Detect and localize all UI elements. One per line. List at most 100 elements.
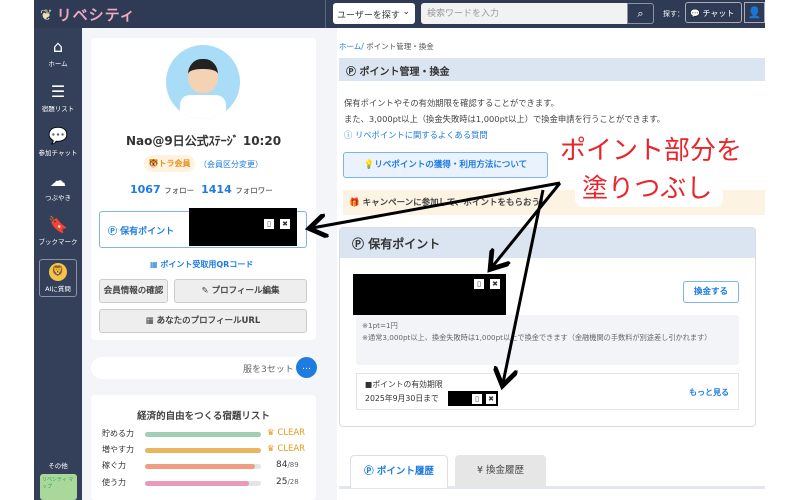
checklist-icon: ☰	[50, 82, 66, 101]
progress-fill	[145, 432, 261, 437]
homework-label: 貯める力	[102, 429, 134, 438]
homework-title: 経済的自由をつくる宿題リスト	[137, 411, 270, 422]
sidebar-other-label: その他	[48, 462, 68, 470]
chat-button[interactable]: 💬 チャット	[685, 2, 742, 23]
button-label: リベポイントの獲得・利用方法について	[374, 160, 528, 170]
title-text: ポイント管理・換金	[359, 67, 450, 78]
edit-profile-button[interactable]: ✎ プロフィール編集	[174, 279, 307, 303]
speech-bubble-icon[interactable]: …	[296, 357, 317, 378]
crown-icon: ♛	[267, 444, 275, 454]
clear-text: CLEAR	[277, 444, 306, 454]
homework-label: 使う力	[102, 478, 126, 487]
close-icon: ✖	[490, 279, 500, 289]
note: ※通常3,000pt以上、換金失敗時は1,000pt以上で換金できます（金融機関…	[362, 333, 712, 342]
howto-button[interactable]: 💡リベポイントの獲得・利用方法について	[343, 152, 548, 178]
gift-icon: 🎁	[349, 198, 360, 208]
sidebar-item-ai[interactable]: 🦁 AIに質問	[39, 259, 77, 297]
qr-icon: ▦	[145, 316, 154, 326]
sidebar-item-tweet[interactable]: ☁ つぶやき	[34, 172, 82, 203]
avatar[interactable]	[166, 45, 240, 119]
homework-count: 25/28	[276, 477, 299, 487]
annotation-line1: ポイント部分を	[560, 136, 743, 166]
homework-progress-bar	[145, 464, 261, 469]
count-value: 25	[276, 477, 288, 487]
sidebar-label: AIに質問	[45, 285, 71, 293]
count-value: 84	[276, 460, 288, 470]
page-title: Ⓟ ポイント管理・換金	[339, 58, 765, 81]
breadcrumb-current: ポイント管理・換金	[366, 42, 434, 51]
search-icon: ⌕	[637, 7, 644, 20]
doc-icon: ▯	[472, 394, 482, 404]
pencil-icon: ✎	[201, 286, 209, 296]
doc-icon: ▯	[474, 279, 484, 289]
chat-icon: 💬	[48, 126, 68, 145]
chat-label: チャット	[702, 9, 735, 18]
tab-label: ポイント履歴	[376, 466, 434, 477]
question-icon: ⓘ	[344, 130, 353, 140]
progress-fill	[145, 481, 249, 486]
member-change-link[interactable]: （会員区分変更）	[199, 159, 263, 170]
annotation-line2: 塗りつぶし	[582, 174, 713, 204]
map-banner[interactable]: リベシティ マップ	[40, 474, 77, 500]
notes-box: ※1pt=1円 ※通常3,000pt以上、換金失敗時は1,000pt以上で換金で…	[356, 315, 739, 365]
sidebar-label: ホーム	[48, 60, 68, 68]
ai-lion-icon: 🦁	[49, 263, 67, 281]
tab-exchange-history[interactable]: ¥ 換金履歴	[455, 455, 546, 486]
crown-icon: ♛	[267, 428, 275, 438]
expiry-box: ■ポイントの有効期限 2025年9月30日まで	[356, 373, 739, 410]
sidebar-item-homework[interactable]: ☰ 宿題リスト	[34, 82, 82, 114]
logo[interactable]: ❦ リベシティ	[40, 4, 136, 25]
bookmark-icon: 🔖	[48, 215, 68, 234]
doc-icon: ▯	[264, 219, 274, 229]
follow-count[interactable]: 1067	[130, 183, 161, 196]
sidebar-label: 参加チャット	[38, 149, 78, 157]
sidebar-item-chat[interactable]: 💬 参加チャット	[34, 126, 82, 158]
lightbulb-icon: 💡	[363, 160, 375, 170]
more-link[interactable]: もっと見る	[689, 387, 729, 398]
clear-status: ♛ CLEAR	[267, 428, 305, 438]
note: ※1pt=1円	[362, 321, 398, 330]
exchange-button[interactable]: 換金する	[683, 281, 739, 303]
member-badge: 🐯トラ会員	[144, 155, 195, 172]
p-circle-icon: Ⓟ	[352, 237, 365, 251]
user-button[interactable]: 👤	[744, 2, 765, 23]
header-divider	[325, 0, 326, 28]
follower-count[interactable]: 1414	[201, 183, 232, 196]
sidebar-item-bookmark[interactable]: 🔖 ブックマーク	[34, 215, 82, 247]
profile-url-button[interactable]: ▦ あなたのプロフィールURL	[99, 309, 307, 333]
homework-progress-bar	[145, 481, 261, 486]
p-circle-icon: Ⓟ	[108, 227, 118, 237]
sidebar-label: つぶやき	[45, 194, 71, 202]
follower-label: フォロワー	[235, 186, 273, 195]
home-icon: ⌂	[52, 37, 64, 56]
qr-link[interactable]: ▦ ポイント受取用QRコード	[150, 259, 253, 270]
sidebar-label: 宿題リスト	[41, 105, 75, 113]
progress-fill	[145, 448, 261, 453]
count-total: /89	[287, 461, 299, 469]
progress-fill	[145, 464, 255, 469]
chevron-down-icon: ⌄	[402, 7, 410, 17]
redacted-expiry-points: ▯ ✖	[448, 391, 498, 406]
expiry-label: ■ポイントの有効期限	[365, 380, 443, 389]
profile-name: Nao@9日公式ｽﾃｰｼﾞ 10:20	[125, 134, 282, 148]
sidebar-item-home[interactable]: ⌂ ホーム	[34, 37, 82, 69]
desc-line: また、3,000pt以上（換金失敗時は1,000pt以上）で換金申請を行うことが…	[344, 114, 665, 124]
search-input[interactable]	[421, 3, 627, 24]
breadcrumb-home[interactable]: ホーム/	[339, 42, 364, 51]
follow-label: フォロー	[164, 186, 195, 195]
homework-progress-bar	[145, 432, 261, 437]
homework-label: 増やす力	[102, 445, 134, 454]
search-button[interactable]: ⌕	[627, 3, 654, 24]
desc-line: 保有ポイントやその有効期限を確認することができます。	[344, 98, 559, 108]
button-label: あなたのプロフィールURL	[156, 316, 261, 326]
homework-count: 84/89	[276, 460, 299, 470]
holding-title: Ⓟ 保有ポイント	[340, 228, 755, 258]
member-info-button[interactable]: 会員情報の確認	[99, 279, 168, 303]
tweet-pill-text: 服を3セット	[243, 365, 294, 375]
tab-point-history[interactable]: Ⓟ ポイント履歴	[350, 455, 448, 488]
points-label: Ⓟ 保有ポイント	[108, 224, 174, 237]
count-total: /28	[287, 478, 299, 486]
user-search-select[interactable]: ユーザーを探す ⌄	[333, 3, 415, 24]
badge-text: トラ会員	[158, 159, 191, 168]
p-circle-icon: Ⓟ	[364, 466, 374, 477]
